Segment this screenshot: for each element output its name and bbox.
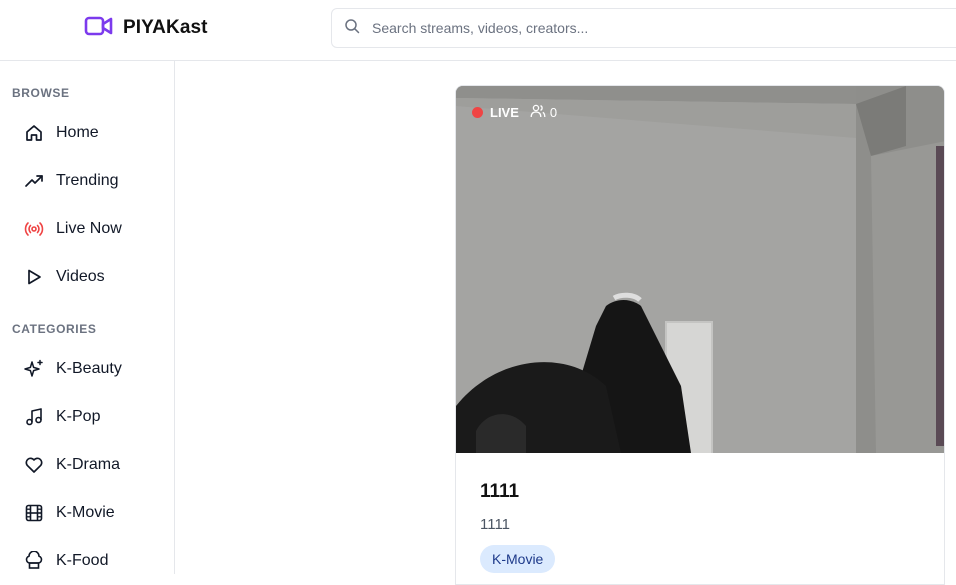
sidebar-item-label: Home — [56, 124, 99, 141]
sidebar-item-label: Videos — [56, 268, 105, 285]
sidebar-item-k-pop[interactable]: K-Pop — [12, 397, 162, 437]
users-icon — [530, 104, 546, 121]
sidebar-item-k-movie[interactable]: K-Movie — [12, 493, 162, 533]
video-camera-icon — [84, 15, 114, 42]
home-icon — [24, 123, 44, 143]
trending-icon — [24, 171, 44, 191]
chef-hat-icon — [24, 551, 44, 571]
stream-title[interactable]: 1111 — [480, 481, 519, 503]
sidebar-item-k-beauty[interactable]: K-Beauty — [12, 349, 162, 389]
app-name: PIYAKast — [123, 17, 208, 38]
sidebar-item-live-now[interactable]: Live Now — [12, 209, 162, 249]
stream-video-thumbnail[interactable]: LIVE 0 — [456, 86, 944, 453]
sidebar-item-k-food[interactable]: K-Food — [12, 541, 162, 581]
stream-card[interactable]: LIVE 0 1111 1111 K-Movie — [455, 85, 945, 585]
broadcast-icon — [24, 219, 44, 239]
sidebar-item-label: K-Drama — [56, 456, 121, 473]
categories-section-title: CATEGORIES — [12, 322, 97, 336]
sidebar-item-label: Live Now — [56, 220, 122, 237]
sidebar-item-k-drama[interactable]: K-Drama — [12, 445, 162, 485]
play-icon — [24, 267, 44, 287]
category-tag[interactable]: K-Movie — [480, 545, 556, 573]
search-icon — [344, 18, 360, 39]
viewer-count-value: 0 — [549, 105, 558, 120]
sidebar-item-home[interactable]: Home — [12, 113, 162, 153]
sidebar-item-label: K-Beauty — [56, 360, 122, 377]
film-icon — [24, 503, 44, 523]
sidebar-item-label: Trending — [56, 172, 119, 189]
top-header: PIYAKast — [0, 0, 956, 61]
live-indicator: LIVE 0 — [472, 104, 557, 121]
heart-icon — [24, 455, 44, 475]
sidebar-item-label: K-Movie — [56, 504, 115, 521]
sparkles-icon — [24, 359, 44, 379]
browse-section-title: BROWSE — [12, 86, 70, 100]
search-bar[interactable] — [331, 8, 956, 48]
camera-feed-image — [456, 86, 944, 453]
sidebar-item-trending[interactable]: Trending — [12, 161, 162, 201]
sidebar: BROWSE Home Trending Live Now Videos CAT… — [0, 61, 175, 574]
sidebar-item-label: K-Pop — [56, 408, 101, 425]
sidebar-item-videos[interactable]: Videos — [12, 257, 162, 297]
search-input[interactable] — [372, 20, 872, 36]
music-icon — [24, 407, 44, 427]
sidebar-item-label: K-Food — [56, 552, 109, 569]
stream-description: 1111 — [480, 516, 511, 533]
viewer-count: 0 — [530, 104, 557, 121]
live-dot-icon — [472, 107, 483, 118]
live-label: LIVE — [490, 105, 519, 120]
logo[interactable]: PIYAKast — [84, 16, 208, 40]
